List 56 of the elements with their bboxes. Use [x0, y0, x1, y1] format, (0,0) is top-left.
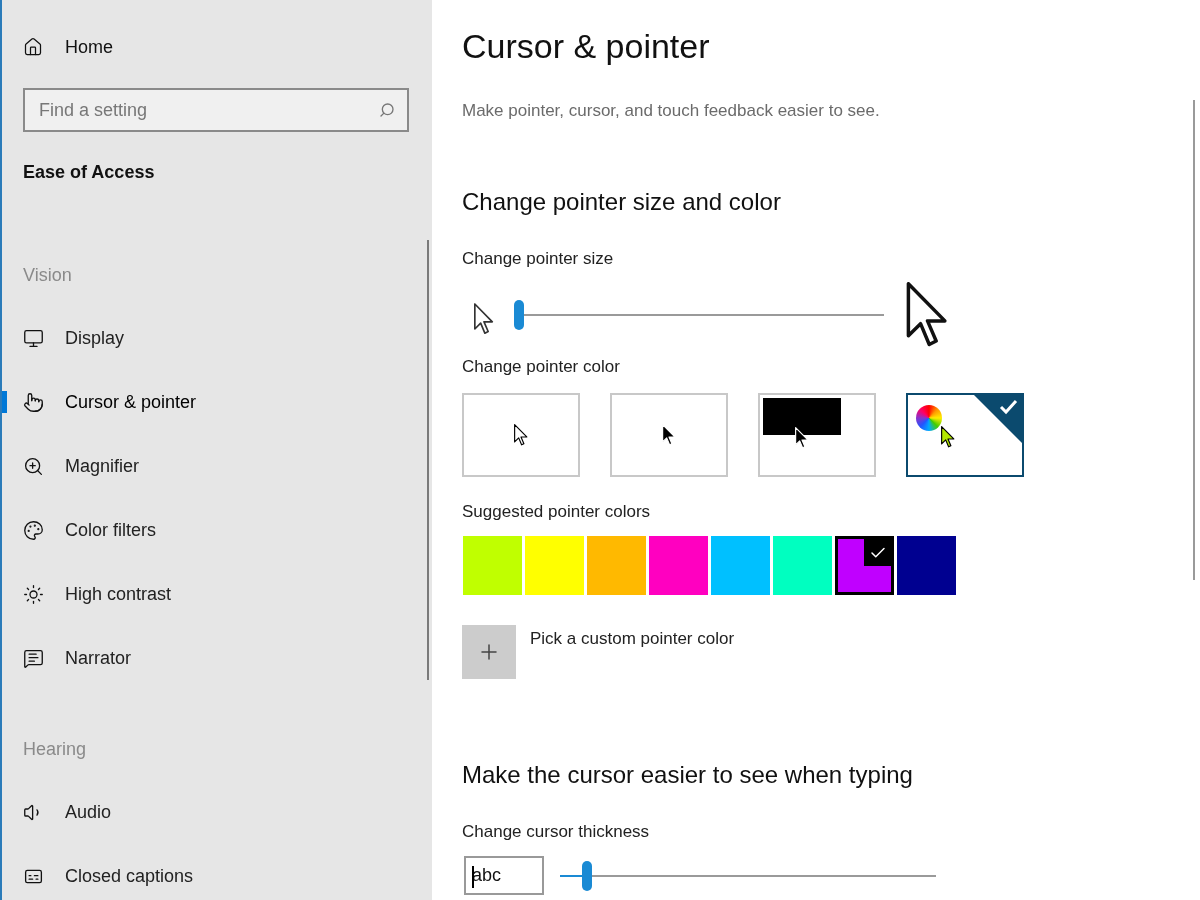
search-icon [379, 102, 395, 118]
add-color-button[interactable] [462, 625, 516, 679]
sun-icon [23, 583, 44, 605]
setting-label: Change pointer color [462, 357, 621, 377]
pointer-icon [941, 426, 955, 448]
nav-item[interactable]: Narrator [65, 647, 131, 669]
slider[interactable] [514, 299, 884, 330]
pointer-icon [662, 424, 676, 446]
nav-item[interactable]: Cursor & pointer [65, 391, 197, 413]
section-heading: Change pointer size and color [462, 187, 782, 217]
page-description: Make pointer, cursor, and touch feedback easier to see. [462, 101, 881, 121]
color-swatch[interactable] [525, 536, 584, 595]
search-field[interactable]: Find a setting [23, 88, 409, 132]
palette-icon [23, 519, 44, 541]
check-icon [864, 539, 891, 566]
hand-pointer-icon [23, 391, 44, 413]
nav-item[interactable]: High contrast [65, 583, 172, 605]
group-heading: Vision [23, 265, 73, 285]
scrollbar[interactable] [427, 240, 429, 680]
home-link[interactable]: Home [65, 37, 113, 57]
custom-color-label[interactable]: Pick a custom pointer color [530, 629, 735, 649]
nav-item[interactable]: Display [65, 327, 125, 349]
nav-item[interactable]: Color filters [65, 519, 157, 541]
slider-thumb[interactable] [514, 299, 524, 330]
zoom-in-icon [23, 455, 44, 477]
monitor-icon [23, 327, 44, 349]
color-swatch[interactable] [835, 536, 894, 595]
color-swatch[interactable] [897, 536, 956, 595]
checkmark-corner-icon [974, 395, 1022, 443]
small-pointer-icon [474, 302, 494, 335]
pointer-icon [514, 424, 528, 446]
nav-item[interactable]: Closed captions [65, 865, 194, 887]
page-title: Cursor & pointer [462, 26, 711, 67]
color-wheel-icon [916, 405, 942, 431]
color-swatch[interactable] [587, 536, 646, 595]
slider-thumb[interactable] [581, 860, 592, 891]
nav-item[interactable]: Magnifier [65, 455, 140, 477]
cursor-preview-field: abc [464, 856, 544, 895]
setting-label: Change cursor thickness [462, 822, 651, 842]
home-icon [23, 37, 43, 57]
pointer-icon [795, 427, 809, 449]
color-swatch[interactable] [773, 536, 832, 595]
color-swatch[interactable] [649, 536, 708, 595]
section-title: Ease of Access [23, 162, 156, 182]
setting-label: Suggested pointer colors [462, 502, 652, 522]
nav-item[interactable]: Audio [65, 801, 112, 823]
setting-label: Change pointer size [462, 249, 615, 269]
pointer-color-option[interactable] [906, 393, 1024, 477]
section-heading: Make the cursor easier to see when typing [462, 760, 914, 790]
large-pointer-icon [906, 281, 949, 348]
scrollbar[interactable] [1193, 100, 1195, 580]
group-heading: Hearing [23, 739, 88, 759]
slider[interactable] [560, 860, 936, 891]
color-swatch[interactable] [711, 536, 770, 595]
chat-bubble-icon [23, 647, 44, 669]
color-swatch[interactable] [463, 536, 522, 595]
